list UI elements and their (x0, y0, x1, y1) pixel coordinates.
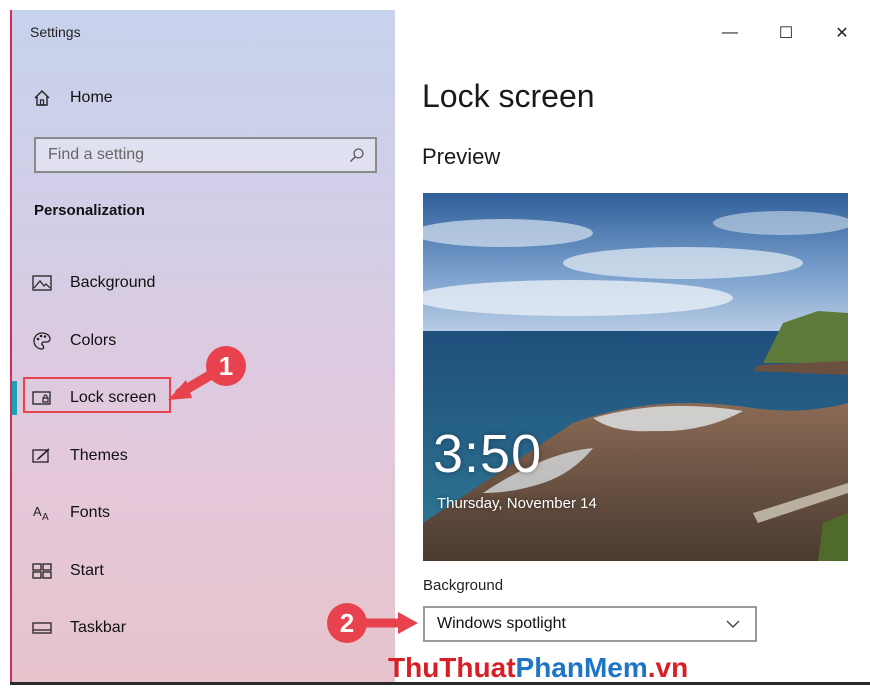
background-dropdown[interactable]: Windows spotlight (423, 606, 757, 642)
palette-icon (32, 331, 52, 351)
themes-icon (32, 446, 52, 466)
home-label: Home (70, 89, 113, 106)
maximize-button[interactable]: ☐ (758, 18, 814, 48)
fonts-icon: AA (32, 503, 52, 523)
search-input[interactable]: Find a setting (34, 137, 377, 173)
lock-screen-preview: 3:50 Thursday, November 14 (423, 193, 848, 561)
home-link[interactable]: Home (32, 88, 113, 108)
svg-text:A: A (33, 504, 42, 519)
sidebar-item-themes[interactable]: Themes (32, 441, 128, 471)
app-title: Settings (30, 24, 81, 40)
step-badge-2: 2 (327, 603, 367, 643)
step-badge-1: 1 (206, 346, 246, 386)
preview-date: Thursday, November 14 (437, 495, 597, 512)
home-icon (32, 88, 52, 108)
main-content: — ☐ ✕ Lock screen Preview 3:50 Thursday,… (395, 10, 870, 682)
preview-clock: 3:50 (433, 424, 543, 484)
search-icon[interactable] (347, 145, 367, 165)
sidebar: Settings Home Find a setting Personaliza… (10, 10, 395, 682)
chevron-down-icon (723, 614, 743, 634)
sidebar-item-start[interactable]: Start (32, 556, 104, 586)
sidebar-item-label: Start (70, 562, 104, 579)
dropdown-value: Windows spotlight (437, 615, 566, 632)
window-controls: — ☐ ✕ (702, 18, 870, 48)
background-label: Background (423, 577, 504, 594)
taskbar-icon (32, 618, 52, 638)
sidebar-item-label: Background (70, 274, 156, 291)
close-button[interactable]: ✕ (814, 18, 870, 48)
sidebar-item-background[interactable]: Background (32, 268, 155, 298)
sidebar-item-label: Fonts (70, 504, 111, 521)
settings-window: Settings Home Find a setting Personaliza… (10, 10, 870, 685)
sidebar-item-colors[interactable]: Colors (32, 326, 116, 356)
sidebar-item-lock-screen[interactable]: Lock screen (11, 377, 171, 415)
sidebar-item-label: Taskbar (70, 619, 127, 636)
page-title: Lock screen (422, 78, 595, 114)
svg-text:A: A (42, 512, 49, 522)
sidebar-item-taskbar[interactable]: Taskbar (32, 613, 126, 643)
sidebar-item-label: Themes (70, 447, 128, 464)
sidebar-item-fonts[interactable]: AA Fonts (32, 498, 110, 528)
sidebar-item-label: Colors (70, 332, 117, 349)
watermark-logo: ThuThuatPhanMem.vn (388, 652, 689, 683)
minimize-button[interactable]: — (702, 18, 758, 48)
preview-heading: Preview (422, 144, 501, 169)
search-placeholder: Find a setting (48, 146, 145, 163)
section-title: Personalization (34, 202, 145, 219)
start-icon (32, 561, 52, 581)
picture-icon (32, 273, 52, 293)
highlight-box (23, 377, 171, 413)
